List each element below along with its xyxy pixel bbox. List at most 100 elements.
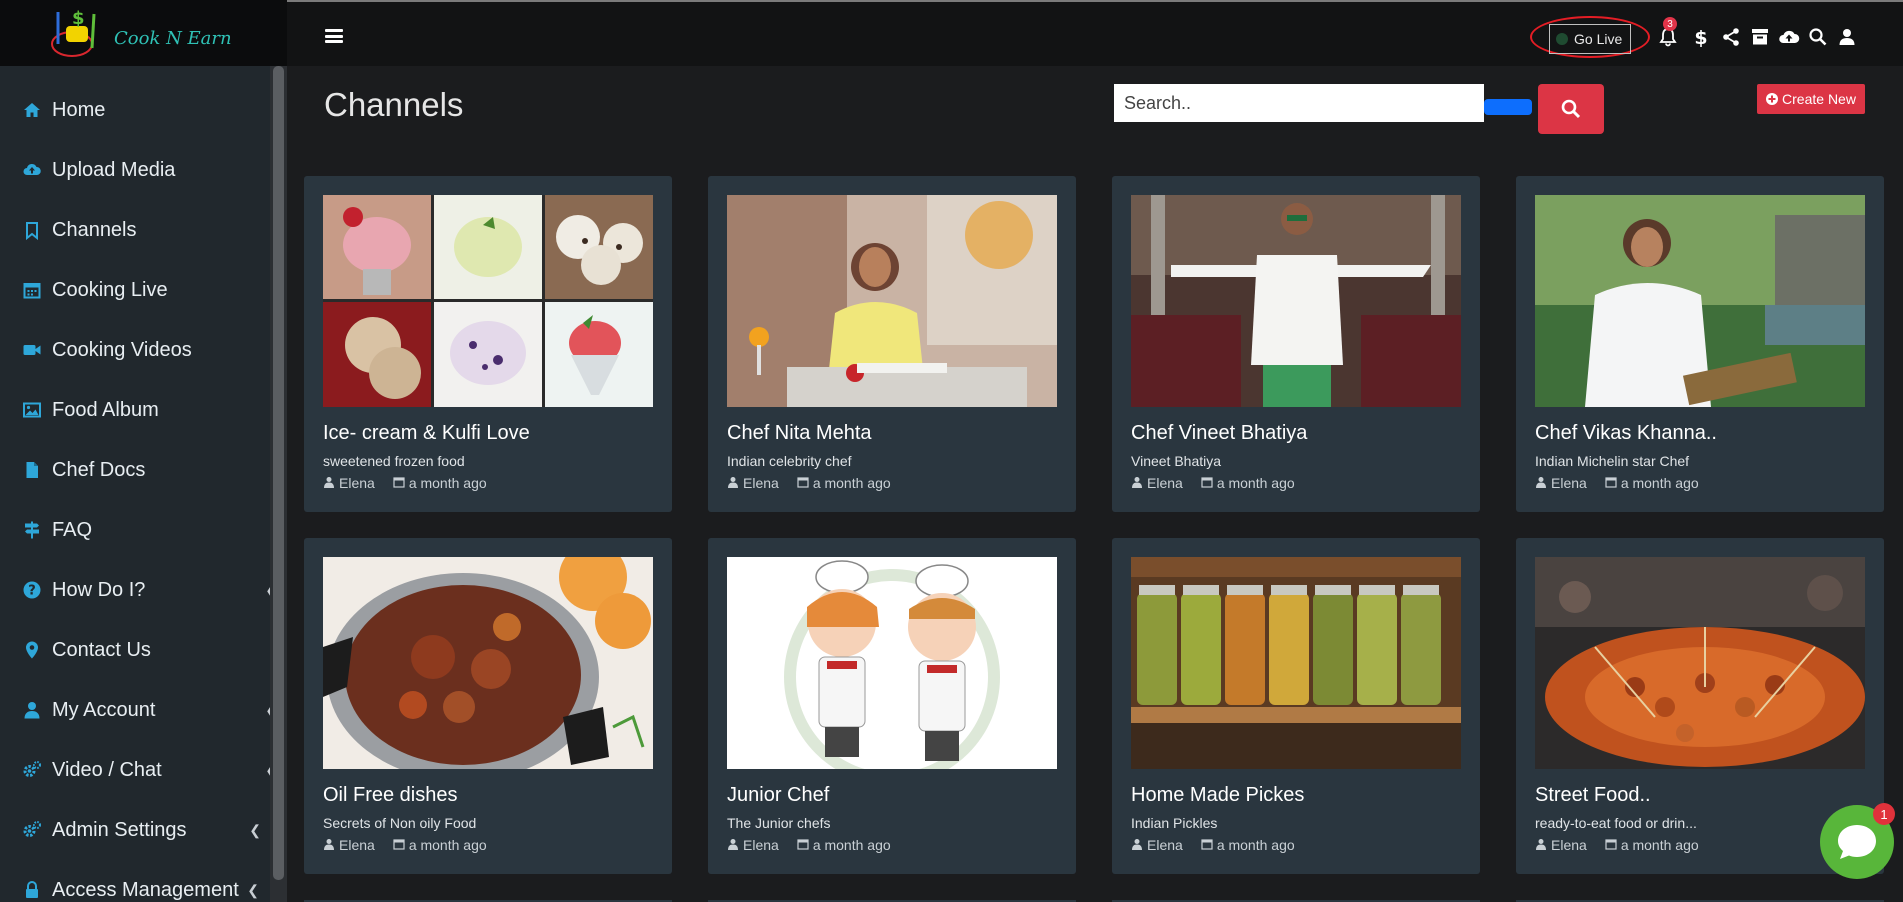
create-new-button[interactable]: Create New	[1757, 84, 1865, 114]
calendar-icon	[797, 837, 809, 853]
chat-bubble-icon	[1838, 825, 1876, 859]
logo[interactable]: $ Cook N Earn	[0, 0, 287, 66]
calendar-icon	[393, 475, 405, 491]
notification-badge: 3	[1663, 17, 1677, 31]
channel-subtitle: Indian Pickles	[1131, 815, 1218, 831]
sidebar-item-label: Cooking Videos	[52, 338, 192, 361]
channel-time: a month ago	[1620, 475, 1699, 491]
sidebar-item-video-chat[interactable]: Video / Chat ❮	[0, 740, 287, 800]
calendar-icon	[1605, 475, 1617, 491]
svg-text:$: $	[1694, 27, 1707, 48]
channel-title[interactable]: Home Made Pickes	[1131, 784, 1461, 807]
channel-author: Elena	[743, 475, 779, 491]
sidebar-item-label: Admin Settings	[52, 818, 187, 841]
search-button[interactable]	[1538, 84, 1604, 134]
channel-meta: Elena a month ago	[1131, 475, 1461, 491]
sidebar-item-channels[interactable]: Channels	[0, 200, 287, 260]
sidebar-item-how-do-i[interactable]: ? How Do I? ❮	[0, 560, 287, 620]
sidebar-item-access-management[interactable]: Access Management ❮	[0, 860, 287, 902]
channel-thumbnail	[727, 557, 1057, 769]
sidebar-item-contact-us[interactable]: Contact Us	[0, 620, 287, 680]
app-root: $ Cook N Earn Home Upload Media Channels	[0, 0, 1903, 902]
sidebar-item-faq[interactable]: FAQ	[0, 500, 287, 560]
channel-thumbnail	[1535, 195, 1865, 407]
channel-thumbnail	[323, 195, 653, 407]
cloud-upload-icon	[22, 160, 42, 180]
channel-thumbnail	[323, 557, 653, 769]
search-toggle-button[interactable]	[1484, 99, 1532, 115]
channel-title[interactable]: Ice- cream & Kulfi Love	[323, 422, 653, 445]
document-icon	[22, 460, 42, 480]
channel-meta: Elena a month ago	[727, 475, 1057, 491]
channel-card[interactable]: Home Made Pickes Indian Pickles Elena a …	[1112, 538, 1480, 874]
channel-time: a month ago	[1216, 837, 1295, 853]
channel-time: a month ago	[1620, 837, 1699, 853]
channel-subtitle: Indian celebrity chef	[727, 453, 852, 469]
sidebar-item-label: How Do I?	[52, 578, 146, 601]
channel-card[interactable]: Oil Free dishes Secrets of Non oily Food…	[304, 538, 672, 874]
sidebar-item-food-album[interactable]: Food Album	[0, 380, 287, 440]
channel-title[interactable]: Street Food..	[1535, 784, 1865, 807]
channel-title[interactable]: Chef Vikas Khanna..	[1535, 422, 1865, 445]
sidebar-item-upload-media[interactable]: Upload Media	[0, 140, 287, 200]
logo-text: Cook N Earn	[114, 27, 232, 49]
channel-subtitle: Indian Michelin star Chef	[1535, 453, 1690, 469]
user-icon	[727, 837, 739, 853]
channel-thumbnail	[1131, 557, 1461, 769]
hamburger-menu-icon[interactable]	[325, 29, 343, 43]
search-icon[interactable]	[1806, 25, 1830, 49]
channel-time: a month ago	[408, 837, 487, 853]
cogs-icon	[22, 760, 42, 780]
channel-card[interactable]: Chef Nita Mehta Indian celebrity chef El…	[708, 176, 1076, 512]
channel-card[interactable]: Junior Chef The Junior chefs Elena a mon…	[708, 538, 1076, 874]
dollar-icon[interactable]: $	[1689, 25, 1713, 49]
channel-grid: Ice- cream & Kulfi Love sweetened frozen…	[304, 176, 1884, 874]
user-profile-icon[interactable]	[1835, 25, 1859, 49]
channel-author: Elena	[743, 837, 779, 853]
channel-title[interactable]: Junior Chef	[727, 784, 1057, 807]
sidebar-item-my-account[interactable]: My Account ❮	[0, 680, 287, 740]
archive-box-icon[interactable]	[1748, 25, 1772, 49]
sidebar-scrollbar-thumb[interactable]	[273, 66, 284, 880]
channel-time: a month ago	[408, 475, 487, 491]
channel-meta: Elena a month ago	[1535, 475, 1865, 491]
channel-thumbnail	[727, 195, 1057, 407]
sidebar-item-cooking-live[interactable]: Cooking Live	[0, 260, 287, 320]
channel-card[interactable]: Chef Vineet Bhatiya Vineet Bhatiya Elena…	[1112, 176, 1480, 512]
sidebar-item-label: FAQ	[52, 518, 93, 541]
channel-title[interactable]: Oil Free dishes	[323, 784, 653, 807]
plus-circle-icon	[1766, 93, 1779, 105]
calendar-icon	[1605, 837, 1617, 853]
user-icon	[1535, 837, 1547, 853]
channel-author: Elena	[1551, 837, 1587, 853]
top-bar: Go Live 3 $	[287, 0, 1903, 66]
user-icon	[727, 475, 739, 491]
share-icon[interactable]	[1719, 25, 1743, 49]
sidebar-item-cooking-videos[interactable]: Cooking Videos	[0, 320, 287, 380]
bookmark-icon	[22, 220, 42, 240]
channel-meta: Elena a month ago	[1131, 837, 1461, 853]
channel-subtitle: sweetened frozen food	[323, 453, 465, 469]
cloud-upload-icon[interactable]	[1777, 25, 1801, 49]
svg-text:?: ?	[28, 584, 36, 599]
search-input[interactable]	[1114, 84, 1484, 122]
channel-title[interactable]: Chef Nita Mehta	[727, 422, 1057, 445]
sidebar-nav: Home Upload Media Channels Cooking Live …	[0, 66, 287, 902]
sidebar-item-chef-docs[interactable]: Chef Docs	[0, 440, 287, 500]
sidebar-item-home[interactable]: Home	[0, 80, 287, 140]
channel-author: Elena	[1147, 837, 1183, 853]
go-live-button[interactable]: Go Live	[1549, 24, 1632, 54]
calendar-icon	[1201, 837, 1213, 853]
channel-card[interactable]: Chef Vikas Khanna.. Indian Michelin star…	[1516, 176, 1884, 512]
user-icon	[1131, 837, 1143, 853]
channel-time: a month ago	[1216, 475, 1295, 491]
user-icon	[323, 837, 335, 853]
channel-title[interactable]: Chef Vineet Bhatiya	[1131, 422, 1461, 445]
sidebar-item-label: Video / Chat	[52, 758, 162, 781]
sidebar-item-admin-settings[interactable]: Admin Settings ❮	[0, 800, 287, 860]
channel-card[interactable]: Ice- cream & Kulfi Love sweetened frozen…	[304, 176, 672, 512]
channel-subtitle: ready-to-eat food or drin...	[1535, 815, 1697, 831]
channel-meta: Elena a month ago	[323, 475, 653, 491]
channel-thumbnail	[1131, 195, 1461, 407]
user-icon	[1535, 475, 1547, 491]
